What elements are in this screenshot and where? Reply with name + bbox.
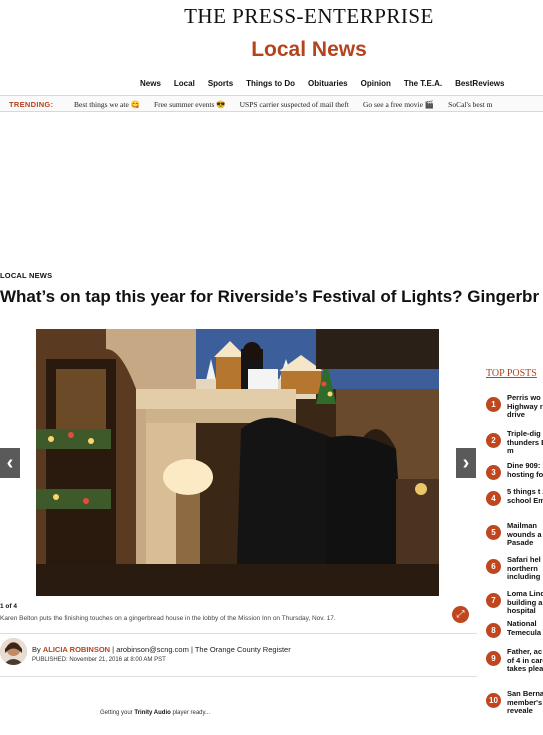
audio-suffix: player ready... [170, 710, 211, 716]
gallery-next-button[interactable]: › [456, 448, 476, 478]
chevron-right-icon: › [462, 451, 470, 474]
nav-item-sports[interactable]: Sports [208, 79, 233, 88]
rank-badge: 4 [486, 491, 501, 506]
audio-brand: Trinity Audio [134, 710, 171, 716]
gingerbread-house-photo [36, 329, 439, 596]
top-post-title[interactable]: National Temecula [507, 620, 543, 638]
trending-item[interactable]: Free summer events 😎 [154, 100, 226, 109]
top-post-item[interactable]: 5 Mailman wounds a in Pasade [486, 522, 543, 548]
top-post-title[interactable]: Mailman wounds a in Pasade [507, 522, 543, 548]
top-posts-widget: TOP POSTS 1 Perris wo Highway run drive … [486, 368, 543, 715]
nav-item-tea[interactable]: The T.E.A. [404, 79, 442, 88]
nav-item-opinion[interactable]: Opinion [361, 79, 391, 88]
divider [0, 676, 477, 677]
rank-badge: 7 [486, 593, 501, 608]
top-post-item[interactable]: 7 Loma Lind building a hospital [486, 590, 543, 616]
top-post-item[interactable]: 1 Perris wo Highway run drive [486, 394, 543, 420]
trending-bar: TRENDING: Best things we ate 😋 Free summ… [0, 95, 543, 112]
byline: By ALICIA ROBINSON | arobinson@scng.com … [32, 645, 291, 654]
trending-label: TRENDING: [9, 100, 54, 109]
trending-item[interactable]: SoCal's best m [448, 100, 492, 109]
rank-badge: 3 [486, 465, 501, 480]
trending-item[interactable]: Best things we ate 😋 [74, 100, 140, 109]
top-post-item[interactable]: 2 Triple-dig thunders Empire m [486, 430, 543, 456]
byline-outlet: The Orange County Register [194, 645, 291, 654]
author-email[interactable]: arobinson@scng.com [116, 645, 189, 654]
top-post-item[interactable]: 3 Dine 909: hosting fo [486, 462, 543, 480]
published-date: PUBLISHED: November 21, 2016 at 8:00 AM … [32, 657, 166, 663]
author-photo [0, 638, 27, 665]
audio-player-status: Getting your Trinity Audio player ready.… [100, 710, 210, 716]
gallery-prev-button[interactable]: ‹ [0, 448, 20, 478]
top-post-item[interactable]: 6 Safari hel northern including [486, 556, 543, 582]
main-nav: News Local Sports Things to Do Obituarie… [140, 79, 517, 88]
top-post-item[interactable]: 10 San Berna member's is reveale [486, 690, 543, 716]
top-post-item[interactable]: 9 Father, ac death of 4 in care of takes… [486, 648, 543, 674]
expand-icon: ⤢ [456, 609, 465, 620]
site-logo[interactable]: THE PRESS-ENTERPRISE [0, 4, 543, 29]
nav-item-bestreviews[interactable]: BestReviews [455, 79, 504, 88]
audio-prefix: Getting your [100, 710, 135, 716]
rank-badge: 6 [486, 559, 501, 574]
photo-caption: Karen Belton puts the finishing touches … [0, 615, 336, 622]
top-post-title[interactable]: San Berna member's is reveale [507, 690, 543, 716]
trending-item[interactable]: USPS carrier suspected of mail theft [240, 100, 349, 109]
nav-item-things-to-do[interactable]: Things to Do [246, 79, 295, 88]
nav-item-news[interactable]: News [140, 79, 161, 88]
section-title[interactable]: Local News [0, 38, 543, 62]
article-headline: What’s on tap this year for Riverside’s … [0, 287, 540, 306]
rank-badge: 8 [486, 623, 501, 638]
top-post-title[interactable]: Perris wo Highway run drive [507, 394, 543, 420]
expand-gallery-button[interactable]: ⤢ [452, 606, 469, 623]
chevron-left-icon: ‹ [6, 451, 14, 474]
nav-item-obituaries[interactable]: Obituaries [308, 79, 348, 88]
trending-list: Best things we ate 😋 Free summer events … [74, 100, 506, 109]
top-post-title[interactable]: Triple-dig thunders Empire m [507, 430, 543, 456]
byline-prefix: By [32, 645, 43, 654]
author-link[interactable]: ALICIA ROBINSON [43, 645, 110, 654]
gallery-photo[interactable] [36, 329, 439, 596]
article-kicker[interactable]: LOCAL NEWS [0, 271, 52, 280]
top-posts-title: TOP POSTS [486, 368, 537, 379]
rank-badge: 2 [486, 433, 501, 448]
top-post-item[interactable]: 4 5 things t 27 school Empire [486, 488, 543, 506]
top-post-title[interactable]: Dine 909: hosting fo [507, 462, 543, 480]
top-post-item[interactable]: 8 National Temecula [486, 620, 543, 638]
top-post-title[interactable]: Loma Lind building a hospital [507, 590, 543, 616]
gallery-counter: 1 of 4 [0, 603, 17, 610]
author-avatar[interactable] [0, 638, 27, 665]
masthead: THE PRESS-ENTERPRISE Local News News Loc… [0, 0, 543, 92]
top-post-title[interactable]: 5 things t 27 school Empire [507, 488, 543, 506]
rank-badge: 5 [486, 525, 501, 540]
top-post-title[interactable]: Father, ac death of 4 in care of takes p… [507, 648, 543, 674]
rank-badge: 1 [486, 397, 501, 412]
divider [0, 633, 477, 634]
top-post-title[interactable]: Safari hel northern including [507, 556, 543, 582]
nav-item-local[interactable]: Local [174, 79, 195, 88]
rank-badge: 10 [486, 693, 501, 708]
rank-badge: 9 [486, 651, 501, 666]
trending-item[interactable]: Go see a free movie 🎬 [363, 100, 434, 109]
